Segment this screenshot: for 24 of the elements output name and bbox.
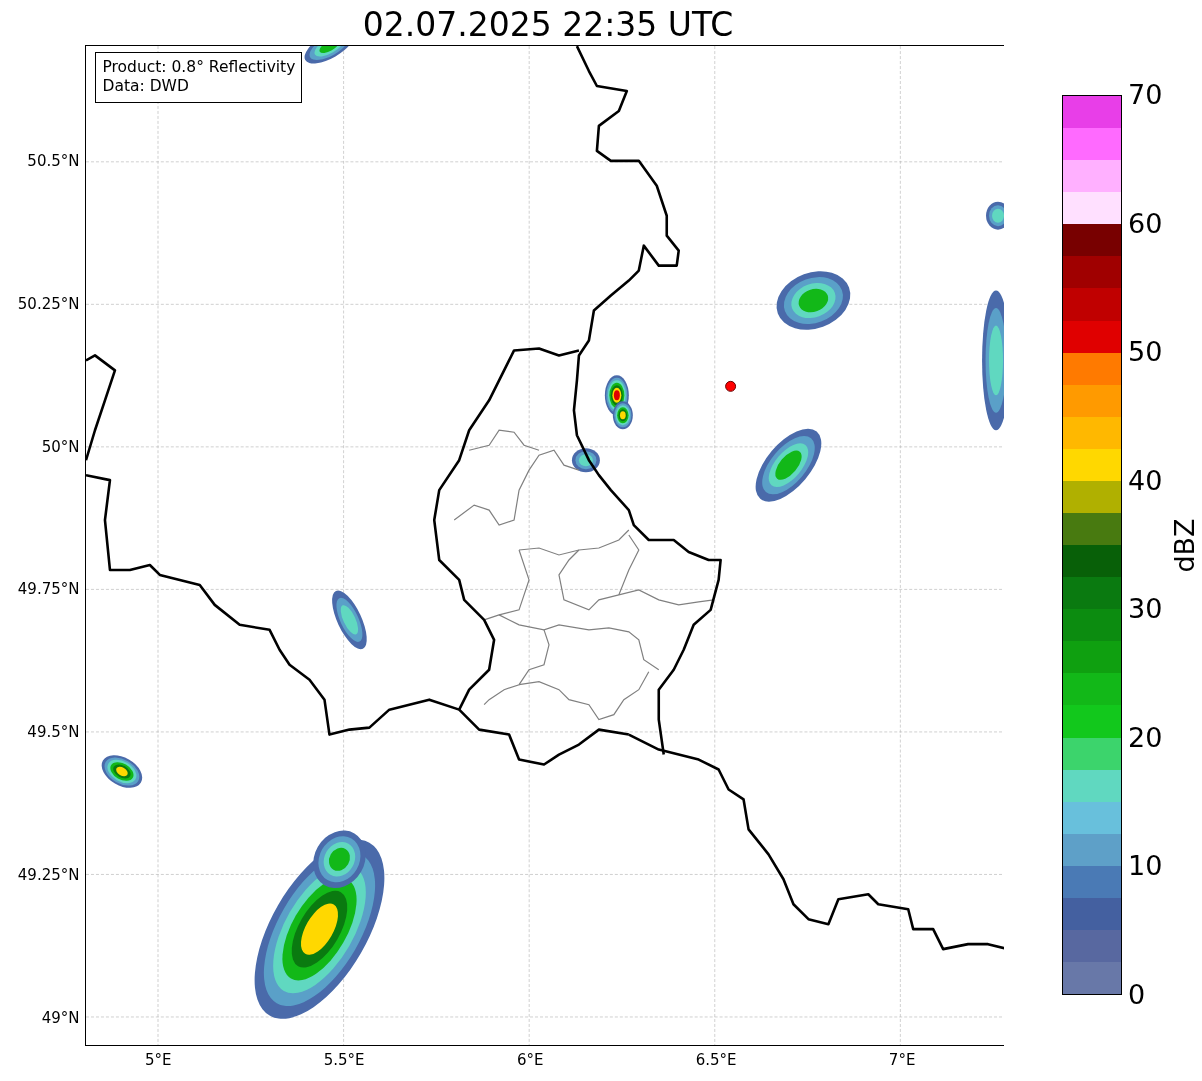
tick-label: 6°E bbox=[516, 1051, 544, 1069]
tick-label: 60 bbox=[1128, 208, 1163, 239]
tick-label: 30 bbox=[1128, 594, 1163, 625]
info-text: Data: DWD bbox=[102, 77, 190, 96]
tick-label: 50°N bbox=[41, 437, 80, 456]
tick-label: 5°E bbox=[144, 1051, 172, 1069]
tick-label: 70 bbox=[1128, 80, 1163, 110]
info-text: Product: 0.8° Reflectivity bbox=[102, 58, 296, 77]
tick-label: 49.5°N bbox=[27, 723, 80, 742]
colorbar-label: dBZ bbox=[1168, 517, 1200, 573]
tick-label: 20 bbox=[1128, 722, 1163, 753]
tick-label: 50.25°N bbox=[17, 294, 80, 313]
tick-label: 50.5°N bbox=[27, 151, 80, 170]
tick-label: 49°N bbox=[41, 1009, 80, 1027]
tick-label: 7°E bbox=[888, 1051, 916, 1069]
tick-label: 6.5°E bbox=[695, 1051, 737, 1069]
tick-label: 50 bbox=[1128, 337, 1163, 368]
tick-label: 49.75°N bbox=[17, 580, 80, 599]
tick-label: 5.5°E bbox=[323, 1051, 365, 1069]
chart-title: 02.07.2025 22:35 UTC bbox=[361, 4, 735, 45]
tick-label: 0 bbox=[1128, 980, 1146, 1010]
tick-label: 40 bbox=[1128, 465, 1163, 496]
tick-label: 10 bbox=[1128, 851, 1163, 882]
tick-label: 49.25°N bbox=[17, 866, 80, 885]
